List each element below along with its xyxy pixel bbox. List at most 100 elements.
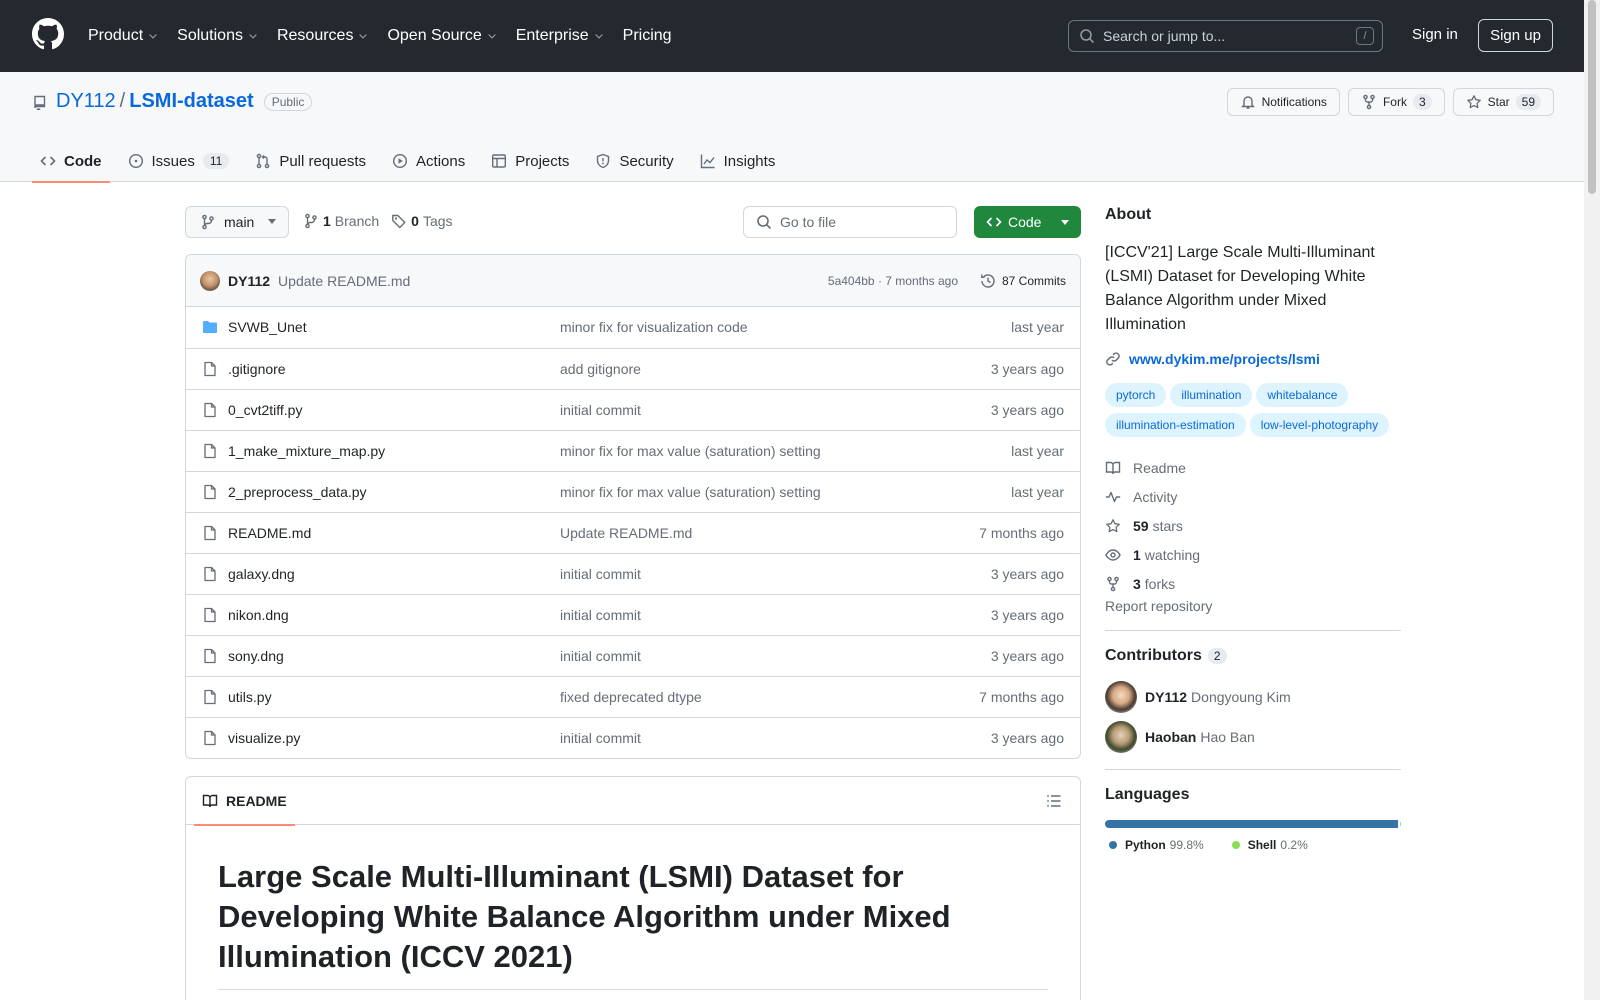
repo-sidebar: About [ICCV'21] Large Scale Multi-Illumi… (1105, 206, 1401, 852)
topic-tag[interactable]: illumination-estimation (1105, 413, 1246, 437)
sidebar-divider (1105, 630, 1401, 631)
nav-label: Open Source (387, 27, 482, 44)
tab-pull-requests[interactable]: Pull requests (247, 140, 374, 182)
file-commit-message-link[interactable]: initial commit (560, 730, 641, 746)
tab-label: Actions (416, 152, 466, 170)
page-scrollbar[interactable] (1584, 0, 1600, 1000)
global-search-input[interactable]: Search or jump to... / (1068, 20, 1383, 52)
commit-message-link[interactable]: Update README.md (278, 273, 410, 289)
notifications-button[interactable]: Notifications (1226, 88, 1340, 116)
language-item-python[interactable]: Python 99.8% (1105, 838, 1204, 852)
file-name-link[interactable]: utils.py (228, 689, 272, 705)
tab-insights[interactable]: Insights (692, 140, 784, 182)
tab-issues[interactable]: Issues 11 (120, 140, 238, 182)
nav-product[interactable]: Product (88, 27, 159, 45)
chevron-down-icon (593, 30, 605, 42)
watchers-link[interactable]: 1 watching (1105, 540, 1401, 569)
nav-open-source[interactable]: Open Source (387, 27, 497, 45)
book-icon (202, 793, 218, 809)
commit-author-avatar[interactable] (200, 270, 220, 291)
tag-label: Tags (422, 213, 453, 229)
tab-label: Security (619, 152, 674, 170)
visibility-badge: Public (263, 92, 313, 111)
file-name-link[interactable]: 2_preprocess_data.py (228, 484, 367, 500)
file-name-link[interactable]: sony.dng (228, 648, 284, 664)
file-commit-message-link[interactable]: add gitignore (560, 361, 641, 377)
topic-tag[interactable]: whitebalance (1256, 383, 1349, 407)
nav-solutions[interactable]: Solutions (177, 27, 259, 45)
file-commit-age: last year (1011, 443, 1064, 459)
repo-name-link[interactable]: LSMI-dataset (129, 90, 253, 113)
readme-link[interactable]: Readme (1105, 453, 1401, 482)
file-commit-age: 3 years ago (990, 730, 1064, 746)
scrollbar-thumb[interactable] (1588, 0, 1596, 194)
file-row: 1_make_mixture_map.py minor fix for max v… (186, 430, 1080, 471)
language-item-shell[interactable]: Shell 0.2% (1228, 838, 1308, 852)
stat-count: 59 (1133, 517, 1149, 534)
nav-enterprise[interactable]: Enterprise (516, 27, 605, 45)
file-commit-message-link[interactable]: initial commit (560, 566, 641, 582)
topic-tag[interactable]: low-level-photography (1249, 413, 1390, 437)
file-commit-message-link[interactable]: minor fix for max value (saturation) set… (560, 443, 821, 459)
nav-pricing[interactable]: Pricing (623, 27, 672, 45)
topic-tag[interactable]: pytorch (1105, 383, 1167, 407)
code-dropdown-button[interactable]: Code (974, 206, 1081, 238)
topic-tag[interactable]: illumination (1170, 383, 1253, 407)
readme-tab[interactable]: README (194, 777, 295, 826)
file-name-link[interactable]: README.md (228, 525, 311, 541)
tab-actions[interactable]: Actions (384, 140, 473, 182)
sign-in-link[interactable]: Sign in (1412, 26, 1458, 43)
file-commit-message-link[interactable]: Update README.md (560, 525, 692, 541)
tab-code[interactable]: Code (32, 140, 110, 183)
repo-owner-link[interactable]: DY112 (56, 90, 116, 113)
github-logo-icon[interactable] (32, 18, 64, 50)
file-name-link[interactable]: 0_cvt2tiff.py (228, 402, 302, 418)
file-commit-message-link[interactable]: minor fix for visualization code (560, 319, 748, 335)
file-name-link[interactable]: nikon.dng (228, 607, 289, 623)
file-commit-message-link[interactable]: initial commit (560, 648, 641, 664)
forks-link[interactable]: 3 forks (1105, 569, 1401, 598)
contributors-title[interactable]: Contributors (1105, 647, 1202, 665)
commit-author-link[interactable]: DY112 (228, 273, 270, 289)
star-button[interactable]: Star 59 (1452, 88, 1554, 116)
tag-count: 0 (411, 213, 419, 229)
readme-outline-button[interactable] (1038, 785, 1070, 817)
file-name-link[interactable]: galaxy.dng (228, 566, 295, 582)
tab-security[interactable]: Security (587, 140, 681, 182)
report-repository-link[interactable]: Report repository (1105, 598, 1212, 614)
branch-name: main (224, 214, 255, 230)
commits-link[interactable]: 87 Commits (980, 273, 1066, 289)
file-commit-age: 3 years ago (990, 566, 1064, 582)
go-to-file-input[interactable]: Go to file (743, 206, 957, 238)
fork-button[interactable]: Fork 3 (1347, 88, 1445, 116)
commit-sha-time[interactable]: 5a404bb · 7 months ago (828, 274, 958, 288)
tags-link[interactable]: 0 Tags (391, 213, 453, 229)
fork-icon (1361, 94, 1377, 110)
homepage-link[interactable]: www.dykim.me/projects/lsmi (1105, 351, 1401, 367)
nav-resources[interactable]: Resources (277, 27, 369, 45)
file-row: SVWB_Unet minor fix for visualization cod… (186, 307, 1080, 348)
file-commit-message-link[interactable]: fixed deprecated dtype (560, 689, 702, 705)
path-separator: / (119, 90, 126, 112)
file-name-link[interactable]: 1_make_mixture_map.py (228, 443, 385, 459)
tab-projects[interactable]: Projects (483, 140, 577, 182)
nav-label: Product (88, 27, 144, 44)
file-commit-message-link[interactable]: minor fix for max value (saturation) set… (560, 484, 821, 500)
activity-link[interactable]: Activity (1105, 482, 1401, 511)
file-name-link[interactable]: visualize.py (228, 730, 300, 746)
sign-up-button[interactable]: Sign up (1478, 19, 1553, 52)
readme-heading: Large Scale Multi-Illuminant (LSMI) Data… (218, 857, 1048, 990)
branch-select-button[interactable]: main (185, 206, 289, 238)
languages-title: Languages (1105, 786, 1190, 803)
file-commit-message-link[interactable]: initial commit (560, 607, 641, 623)
file-name-link[interactable]: .gitignore (228, 361, 286, 377)
branches-link[interactable]: 1 Branch (303, 213, 379, 229)
code-icon (40, 153, 56, 169)
file-icon (202, 607, 218, 623)
file-name-link[interactable]: SVWB_Unet (228, 319, 307, 335)
file-commit-message-link[interactable]: initial commit (560, 402, 641, 418)
contributor-item[interactable]: Haoban Hao Ban (1105, 721, 1401, 753)
stars-link[interactable]: 59 stars (1105, 511, 1401, 540)
contributor-item[interactable]: DY112 Dongyoung Kim (1105, 681, 1401, 713)
file-commit-age: 3 years ago (990, 361, 1064, 377)
